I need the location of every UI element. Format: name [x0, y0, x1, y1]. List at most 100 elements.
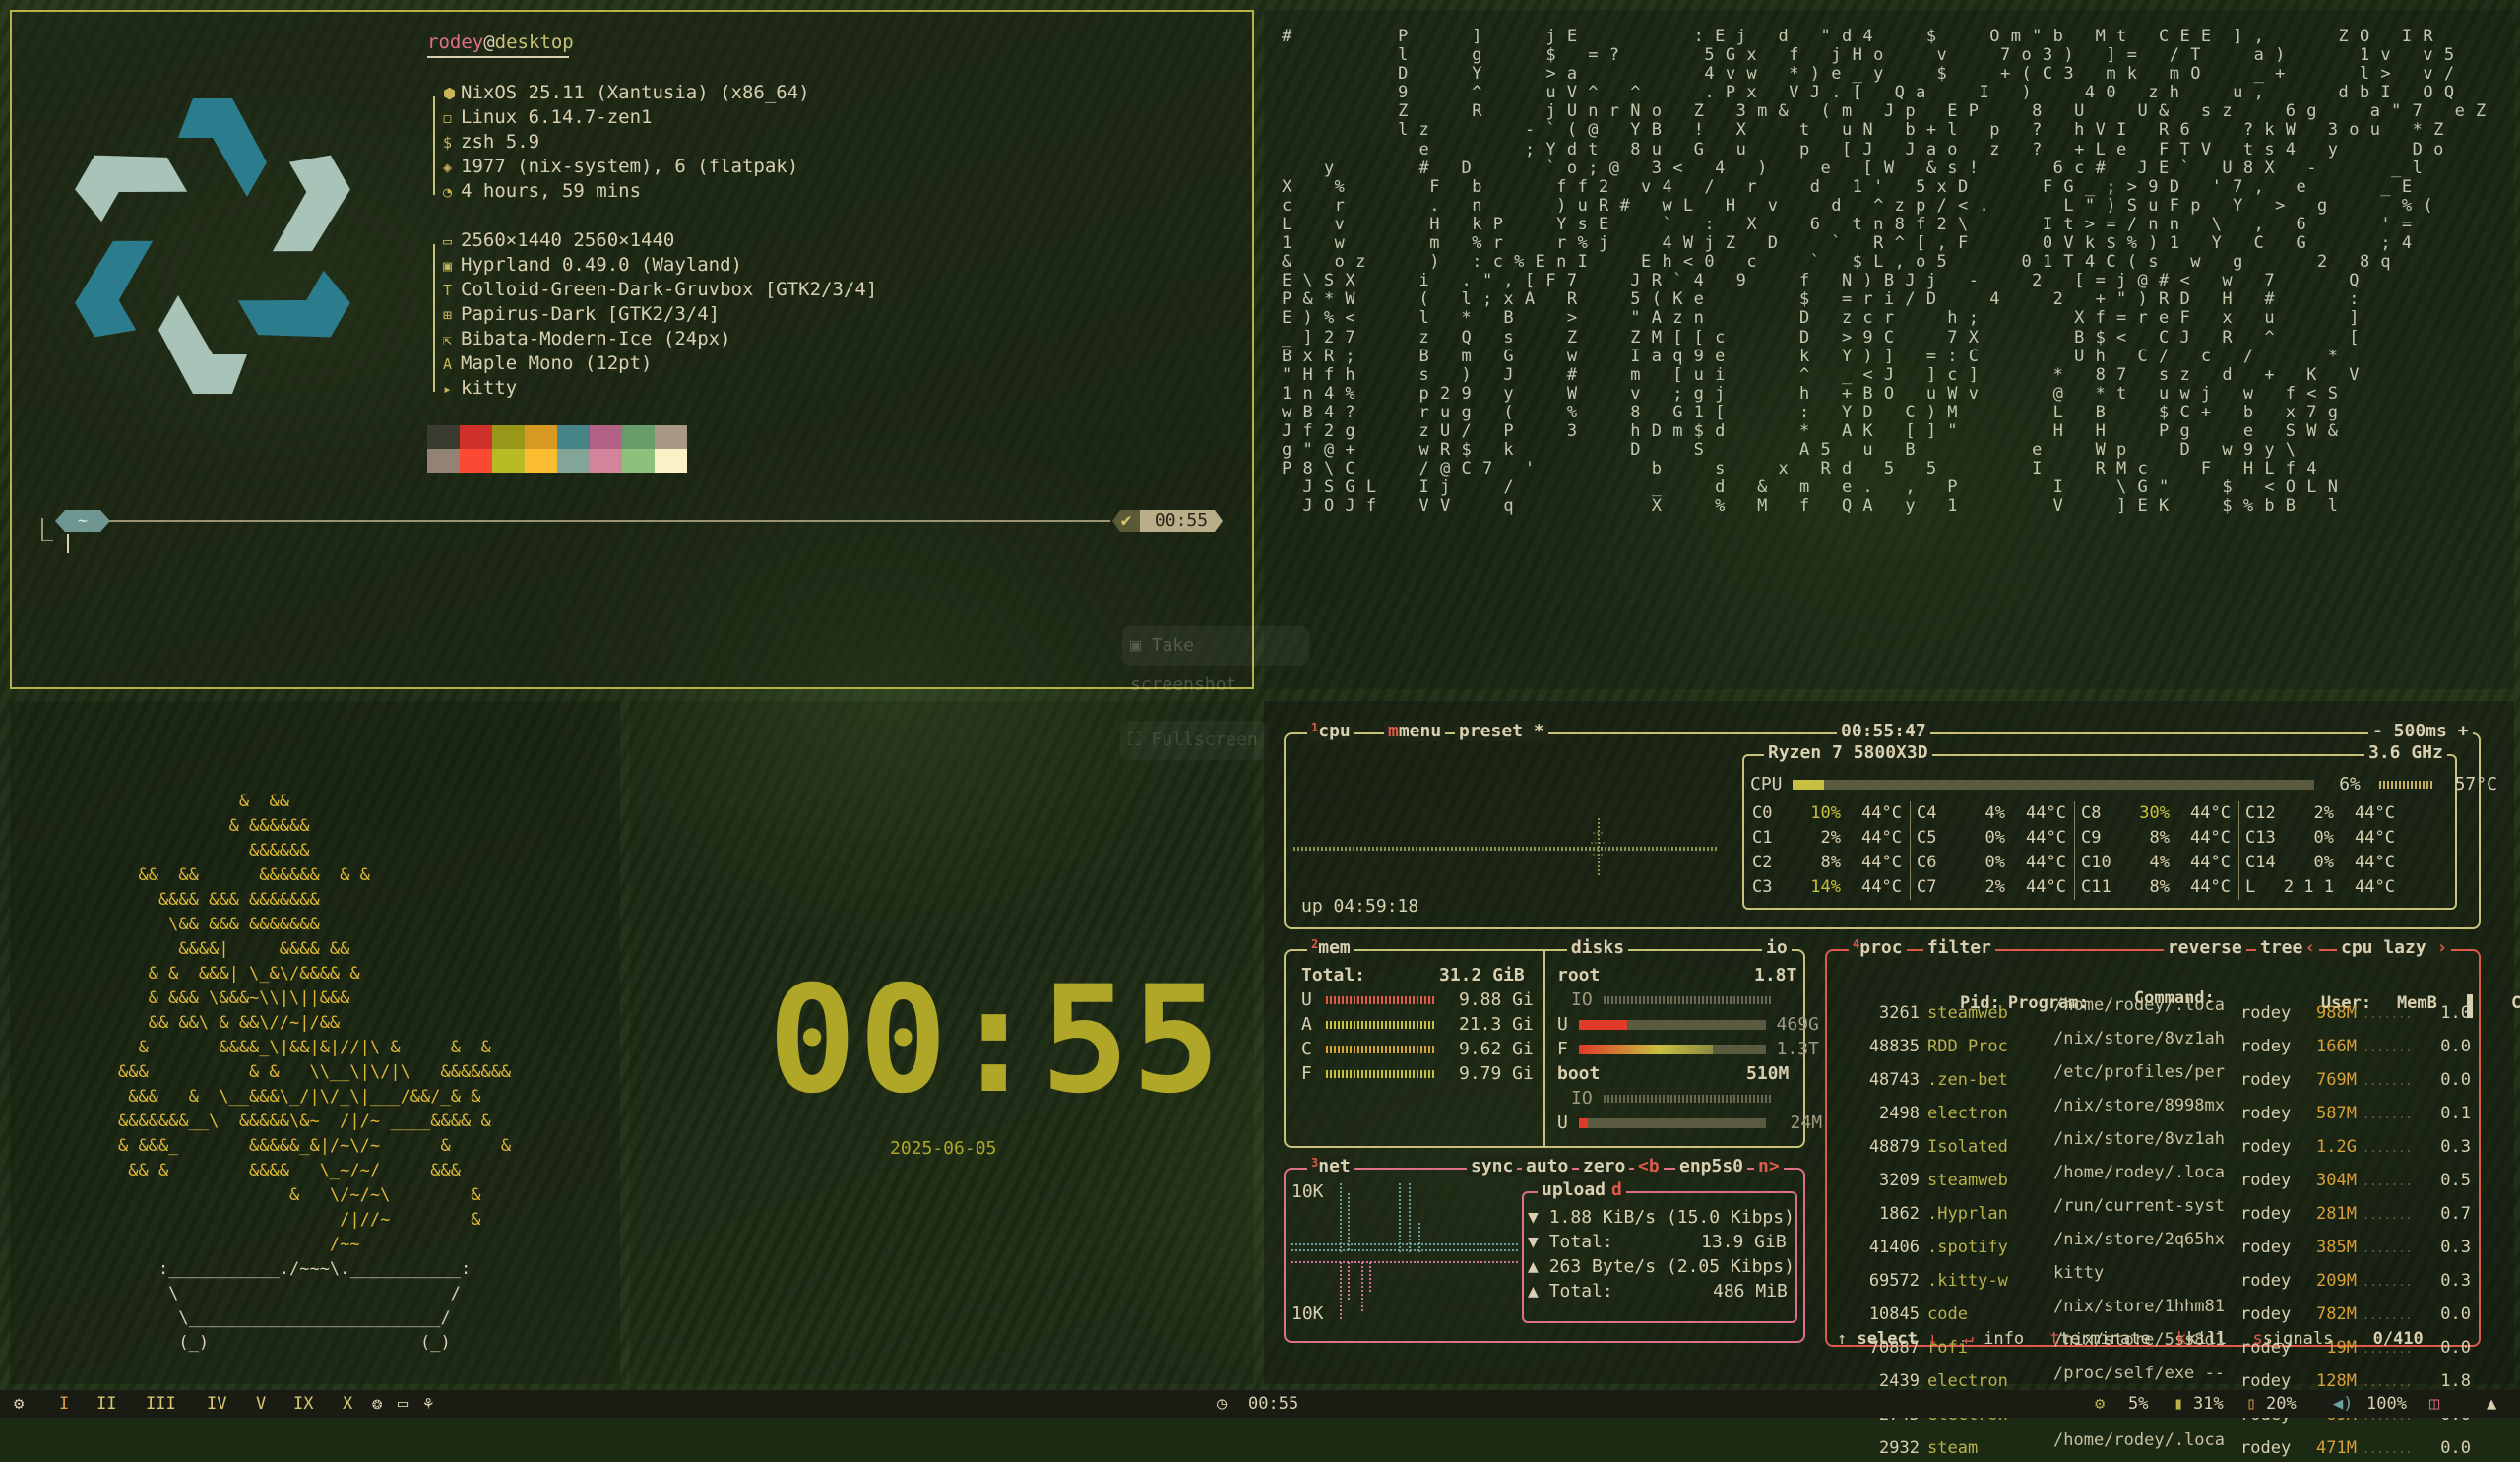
- cbonsai-terminal[interactable]: & && & &&&&&& &&&&&& && && &&&&&& & & &&…: [10, 701, 620, 1384]
- menu-button[interactable]: mmenu: [1384, 721, 1446, 741]
- btop-terminal[interactable]: 1cpu mmenu preset * 00:55:47 - 500ms + u…: [1264, 701, 2520, 1458]
- workspace-ii[interactable]: II: [96, 1390, 116, 1418]
- gamepad-icon[interactable]: ◫: [2429, 1390, 2439, 1418]
- status-battery[interactable]: 20%: [2266, 1390, 2297, 1418]
- proc-row[interactable]: 1862 .Hyprlan/run/current-syst rodey 281M..…: [1843, 1194, 2471, 1228]
- status-mem[interactable]: 31%: [2193, 1390, 2224, 1418]
- info-hint[interactable]: ↵ info: [1964, 1329, 2024, 1349]
- proc-row[interactable]: 3209 steamweb/home/rodey/.loca rodey 304M..…: [1843, 1161, 2471, 1194]
- window-icon: ▣: [443, 257, 453, 275]
- font-icon: A: [443, 355, 453, 373]
- workspace-v[interactable]: V: [256, 1390, 266, 1418]
- workspace-x[interactable]: X: [343, 1390, 352, 1418]
- info-theme: T Colloid-Green-Dark-Gruvbox [GTK2/3/4]: [443, 278, 877, 302]
- workspace-i[interactable]: I: [59, 1390, 69, 1418]
- proc-scrollbar[interactable]: [2467, 994, 2473, 1018]
- nixos-icon[interactable]: ❂: [372, 1390, 382, 1418]
- proc-row[interactable]: 48743 .zen-bet/etc/profiles/per rodey 769M.…: [1843, 1060, 2471, 1094]
- reverse-toggle[interactable]: rreverse: [2164, 937, 2246, 958]
- mem-panel-title[interactable]: 2mem: [1307, 937, 1354, 958]
- cpu-core-row: C2 8% 44°C: [1752, 853, 1902, 872]
- clock-icon: ◷: [1217, 1394, 1228, 1414]
- bonsai-pot: :___________./~~~\.___________: \ / \___…: [158, 1259, 472, 1353]
- filter-button[interactable]: ffilter: [1923, 937, 1995, 958]
- mem-total-row: Total: 31.2 GiB: [1301, 965, 1525, 985]
- zero-toggle[interactable]: zero: [1579, 1156, 1630, 1176]
- notification-bell-icon[interactable]: ▲: [2487, 1390, 2496, 1418]
- cpu-core-row: C3 14% 44°C: [1752, 877, 1902, 897]
- info-terminal: ▸ kitty: [443, 376, 877, 401]
- terminate-hint[interactable]: tterminate: [2049, 1329, 2150, 1349]
- clock-date: 2025-06-05: [890, 1138, 997, 1159]
- palette-bright-swatch: [492, 449, 525, 473]
- iface-prev-button[interactable]: <b: [1634, 1156, 1664, 1176]
- disk-root-used: U 469G: [1557, 1014, 1819, 1035]
- proc-panel: 4proc ffilter rreverse tree ‹ cpu lazy › …: [1825, 937, 2520, 1458]
- proc-row[interactable]: 69572 .kitty-w kitty rodey 209M....... 0.3: [1843, 1261, 2471, 1295]
- status-cpu[interactable]: 5%: [2128, 1390, 2148, 1418]
- update-interval[interactable]: - 500ms +: [2368, 721, 2473, 741]
- auto-toggle[interactable]: auto: [1522, 1156, 1573, 1176]
- proc-row[interactable]: 48879 Isolated/nix/store/8vz1ah rodey 1.2G.…: [1843, 1127, 2471, 1161]
- display-icon: ▭: [443, 232, 453, 250]
- cursor-icon: ⇱: [443, 331, 453, 349]
- cpu-core-row: C9 8% 44°C: [2081, 828, 2231, 848]
- proc-row[interactable]: 2498 electron/nix/store/8998mx rodey 587M..…: [1843, 1094, 2471, 1127]
- net-panel-title[interactable]: 3net: [1307, 1156, 1354, 1176]
- status-volume[interactable]: 100%: [2366, 1390, 2407, 1418]
- preset-button[interactable]: preset *: [1455, 721, 1548, 741]
- cpu-core-row: C14 0% 44°C: [2245, 853, 2395, 872]
- matrix-rain-text: # P ] j E : E j d " d 4 $ O m " b M t C …: [1282, 27, 2487, 517]
- proc-row[interactable]: 48835 RDD Proc/nix/store/8vz1ah rodey 166M.…: [1843, 1027, 2471, 1060]
- sort-selector[interactable]: cpu lazy ›: [2337, 937, 2452, 958]
- net-stats-box: upload d ▼ 1.88 KiB/s (15.0 Kibps) ▼ Tota…: [1522, 1179, 1797, 1323]
- palette-bright-swatch: [557, 449, 590, 473]
- window-icon[interactable]: ▭: [398, 1390, 408, 1418]
- cpu-core-row: C13 0% 44°C: [2245, 828, 2395, 848]
- col-cpu[interactable]: Cpu%: [2502, 993, 2520, 1013]
- workspace-iii[interactable]: III: [146, 1390, 176, 1418]
- iface-next-button[interactable]: n>: [1754, 1156, 1784, 1176]
- cpu-core-row: C5 0% 44°C: [1917, 828, 2066, 848]
- disk-root-used-bar: [1578, 1020, 1766, 1030]
- clock-terminal[interactable]: 00:55 2025-06-05: [630, 701, 1254, 1384]
- palette-bright-swatch: [460, 449, 492, 473]
- cpu-core-row: C10 4% 44°C: [2081, 853, 2231, 872]
- settings-icon[interactable]: ⚙: [14, 1390, 24, 1418]
- sync-toggle[interactable]: sync: [1467, 1156, 1518, 1176]
- fastfetch-terminal[interactable]: rodey@desktop ⬢ NixOS 25.11 (Xantusia) (x…: [10, 10, 1254, 689]
- proc-panel-title[interactable]: 4proc: [1849, 937, 1907, 958]
- tree-toggle[interactable]: tree ‹: [2256, 937, 2320, 958]
- disk-root-io: IO: [1571, 989, 1771, 1010]
- signals-hint[interactable]: ssignals: [2252, 1329, 2333, 1349]
- disk-root-free: F 1.3T: [1557, 1039, 1819, 1059]
- cpu-panel-title[interactable]: 1cpu: [1307, 721, 1354, 741]
- battery-icon: ▯: [2246, 1394, 2257, 1414]
- net-download-total: ▼ Total: 13.9 GiB: [1528, 1232, 1787, 1252]
- proc-row[interactable]: 41406 .spotify/nix/store/2q65hx rodey 385M.…: [1843, 1228, 2471, 1261]
- disk-boot-label: boot: [1557, 1063, 1601, 1084]
- wallpaper-icon[interactable]: ⚘: [423, 1390, 433, 1418]
- workspace-iv[interactable]: IV: [207, 1390, 226, 1418]
- proc-row[interactable]: 2932 steam/home/rodey/.loca rodey 471M.....…: [1843, 1429, 2471, 1462]
- cmatrix-terminal[interactable]: # P ] j E : E j d " d 4 $ O m " b M t C …: [1264, 10, 2514, 689]
- kill-hint[interactable]: kkill: [2176, 1329, 2227, 1349]
- info-os: ⬢ NixOS 25.11 (Xantusia) (x86_64): [443, 81, 877, 105]
- prompt-corner: [41, 518, 53, 541]
- disks-panel-title[interactable]: ddisks: [1567, 937, 1629, 958]
- prompt-rule: [69, 520, 1110, 522]
- text-cursor[interactable]: [67, 534, 69, 553]
- proc-row[interactable]: 10845 code/nix/store/1hhm81 rodey 782M.....…: [1843, 1295, 2471, 1328]
- cpu-core-row: C7 2% 44°C: [1917, 877, 2066, 897]
- iface-name: enp5s0: [1675, 1156, 1748, 1176]
- cpu-total-row: CPU 6% 57°C: [1750, 774, 2497, 795]
- screenshot-button-ghost[interactable]: ▣ Take screenshot: [1122, 626, 1309, 695]
- proc-row[interactable]: 3261 steamweb/home/rodey/.loca rodey 988M..…: [1843, 993, 2471, 1027]
- palette-normal-swatch: [622, 425, 655, 449]
- upload-label: upload d: [1538, 1179, 1626, 1200]
- select-hint[interactable]: ↑ select ↓: [1837, 1329, 1937, 1349]
- workspace-ix[interactable]: IX: [293, 1390, 313, 1418]
- io-toggle[interactable]: io: [1762, 937, 1792, 958]
- status-clock[interactable]: 00:55: [1248, 1390, 1298, 1418]
- cpu-core-row: C4 4% 44°C: [1917, 803, 2066, 823]
